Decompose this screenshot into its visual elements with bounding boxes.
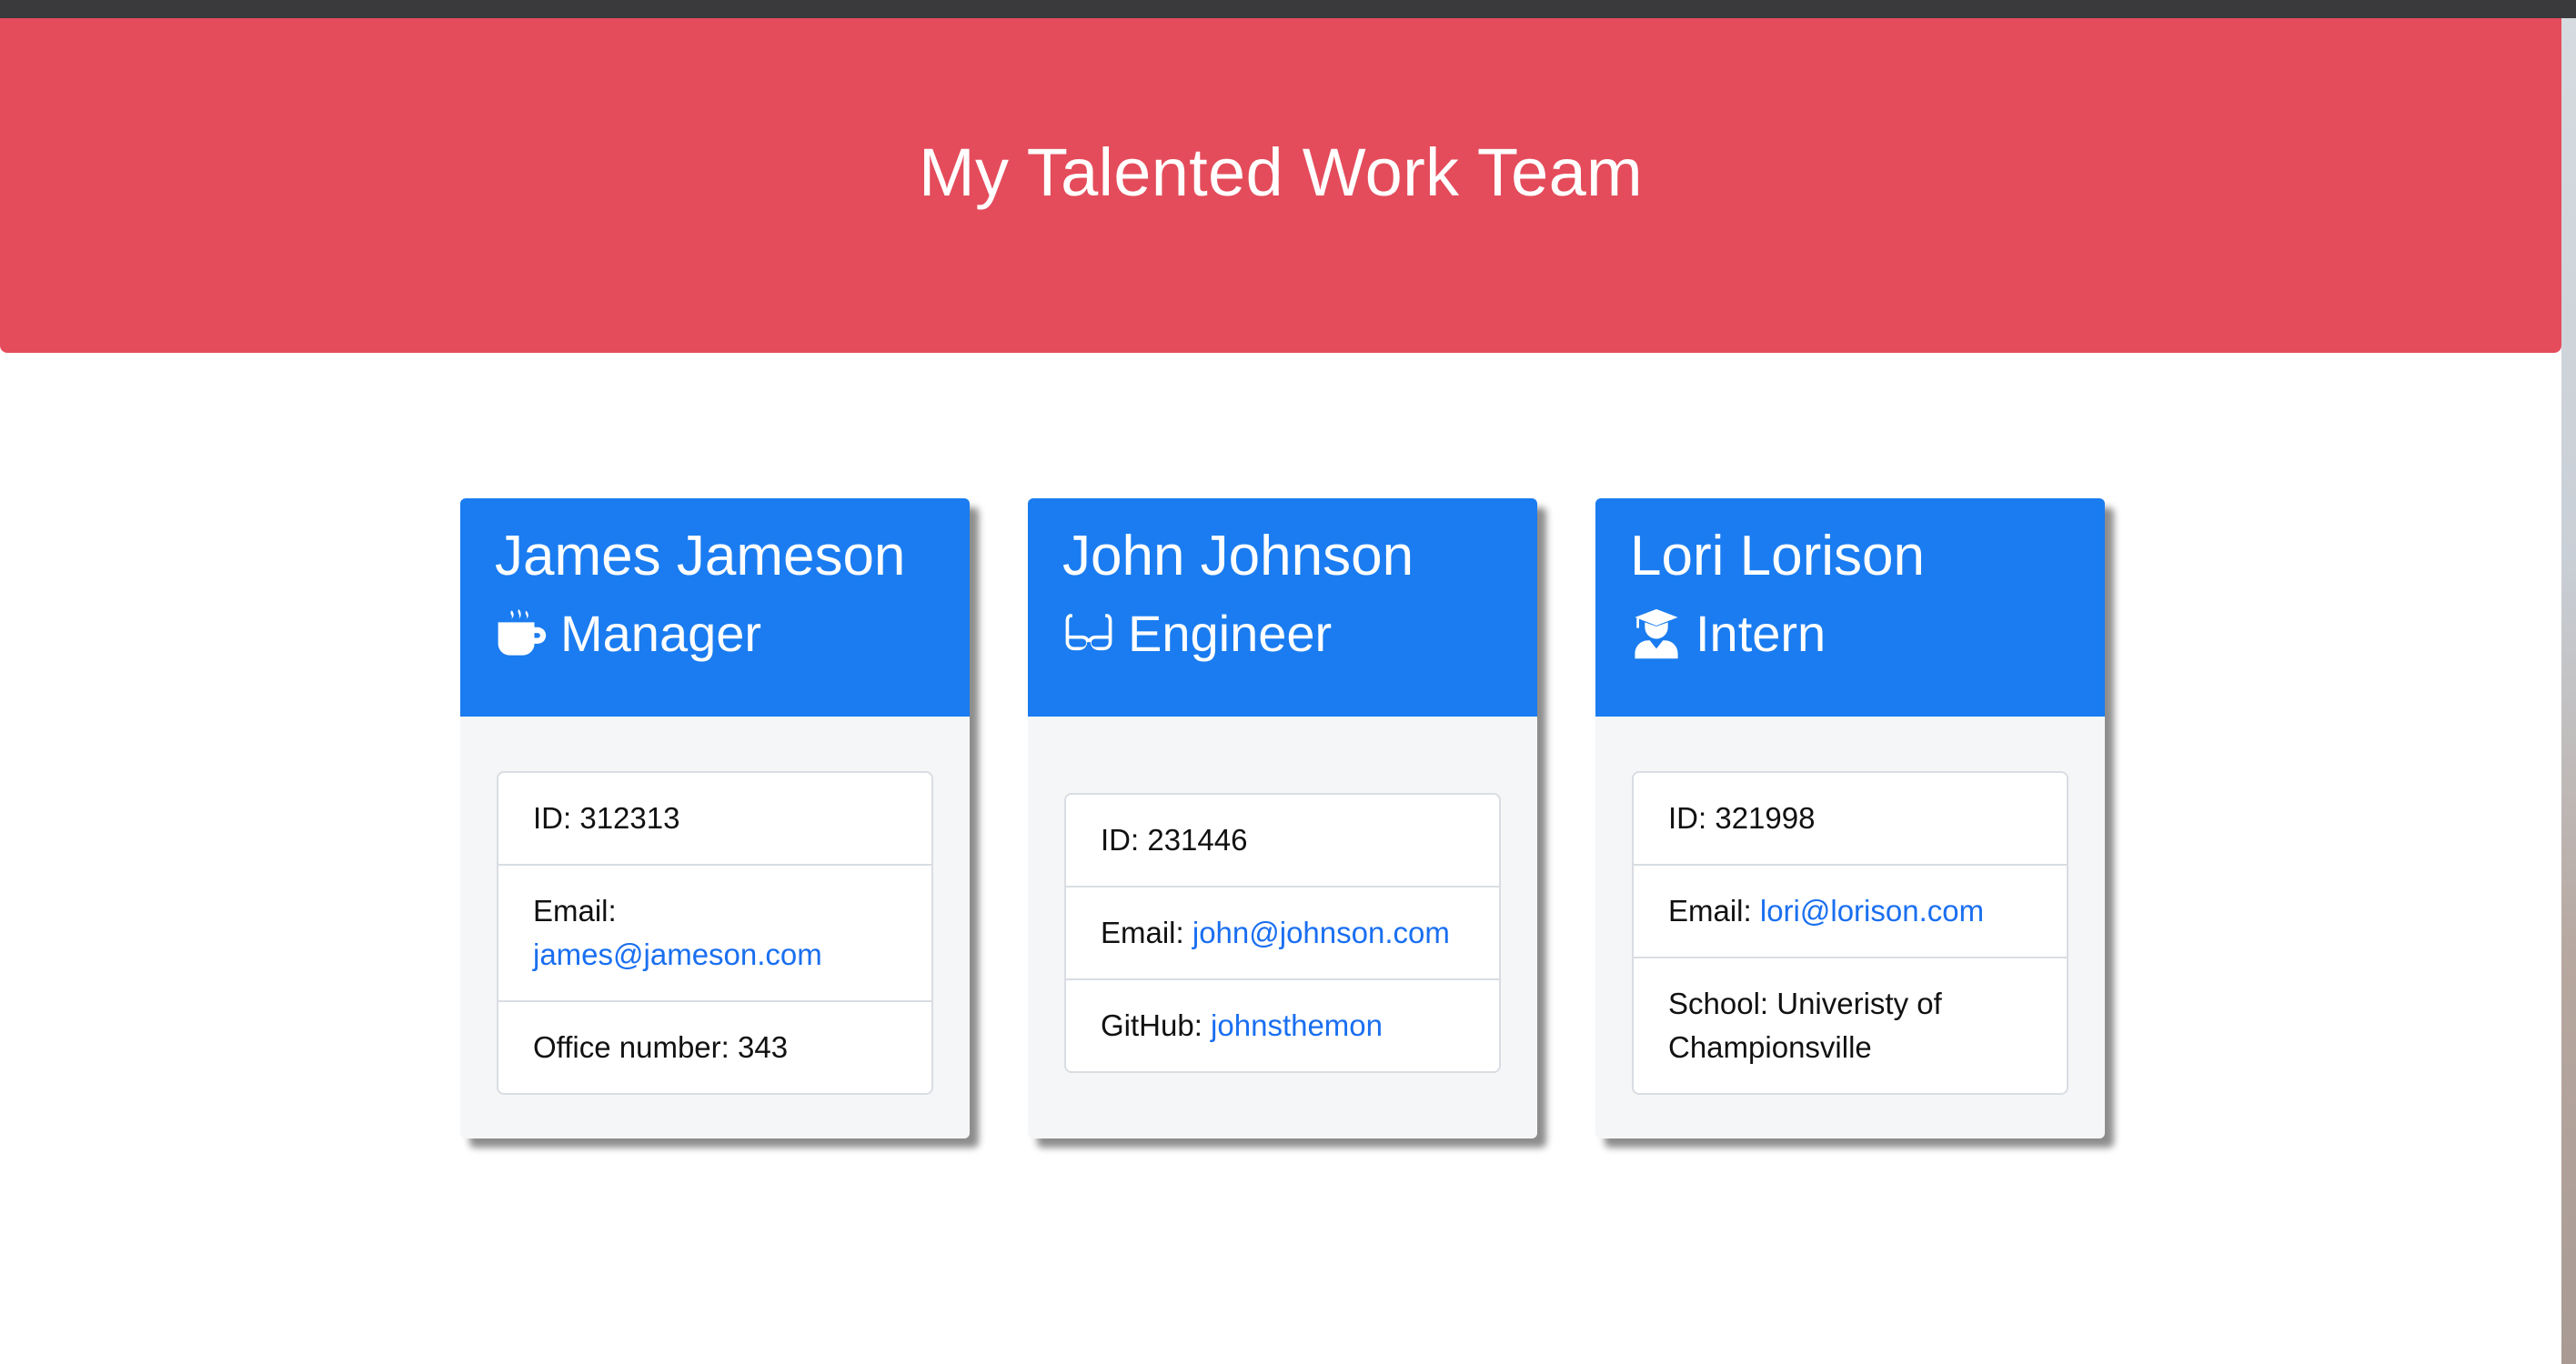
employee-card-intern: Lori Lorison Intern ID: 321998 Email: lo… <box>1595 498 2105 1138</box>
role-label: Engineer <box>1128 605 1333 662</box>
browser-top-bar <box>0 0 2576 18</box>
card-header: James Jameson Manager <box>460 498 970 717</box>
employee-id: ID: 312313 <box>498 773 931 866</box>
github-row: GitHub: johnsthemon <box>1066 980 1499 1071</box>
graduate-icon <box>1630 607 1683 660</box>
employee-email-row: Email: lori@lorison.com <box>1634 866 2067 958</box>
employee-card-manager: James Jameson Manager ID: 312313 Email: … <box>460 498 970 1138</box>
window-edge-strip <box>2561 18 2576 1364</box>
email-link[interactable]: james@jameson.com <box>533 938 822 971</box>
school-row: School: Univeristy of Championsville <box>1668 987 1942 1064</box>
employee-card-engineer: John Johnson Engineer ID: 231446 Email: … <box>1028 498 1537 1138</box>
employee-id: ID: 321998 <box>1634 773 2067 866</box>
role-label: Manager <box>560 605 762 662</box>
employee-id: ID: 231446 <box>1066 795 1499 888</box>
email-label: Email: <box>1101 916 1184 949</box>
employee-details-list: ID: 231446 Email: john@johnson.com GitHu… <box>1064 793 1501 1073</box>
employee-role: Manager <box>495 602 935 666</box>
employee-email-row: Email: john@johnson.com <box>1066 888 1499 980</box>
page-banner: My Talented Work Team <box>0 18 2561 353</box>
role-label: Intern <box>1696 605 1826 662</box>
coffee-mug-icon <box>495 607 548 660</box>
github-label: GitHub: <box>1101 1008 1202 1042</box>
employee-email-row: Email: james@jameson.com <box>498 866 931 1002</box>
office-number: Office number: 343 <box>533 1030 789 1064</box>
email-label: Email: <box>533 894 617 928</box>
page-title: My Talented Work Team <box>919 134 1643 210</box>
employee-name: James Jameson <box>495 525 906 587</box>
glasses-icon <box>1062 607 1115 660</box>
employee-role: Engineer <box>1062 602 1503 666</box>
team-cards: James Jameson Manager ID: 312313 Email: … <box>460 498 2105 1138</box>
github-link[interactable]: johnsthemon <box>1211 1008 1383 1042</box>
employee-details-list: ID: 321998 Email: lori@lorison.com Schoo… <box>1632 771 2068 1095</box>
card-header: Lori Lorison Intern <box>1595 498 2105 717</box>
card-header: John Johnson Engineer <box>1028 498 1537 717</box>
email-link[interactable]: lori@lorison.com <box>1760 894 1984 928</box>
employee-name: John Johnson <box>1062 525 1414 587</box>
email-label: Email: <box>1668 894 1752 928</box>
employee-details-list: ID: 312313 Email: james@jameson.com Offi… <box>497 771 933 1095</box>
email-link[interactable]: john@johnson.com <box>1192 916 1450 949</box>
employee-name: Lori Lorison <box>1630 525 1925 587</box>
employee-role: Intern <box>1630 602 2070 666</box>
